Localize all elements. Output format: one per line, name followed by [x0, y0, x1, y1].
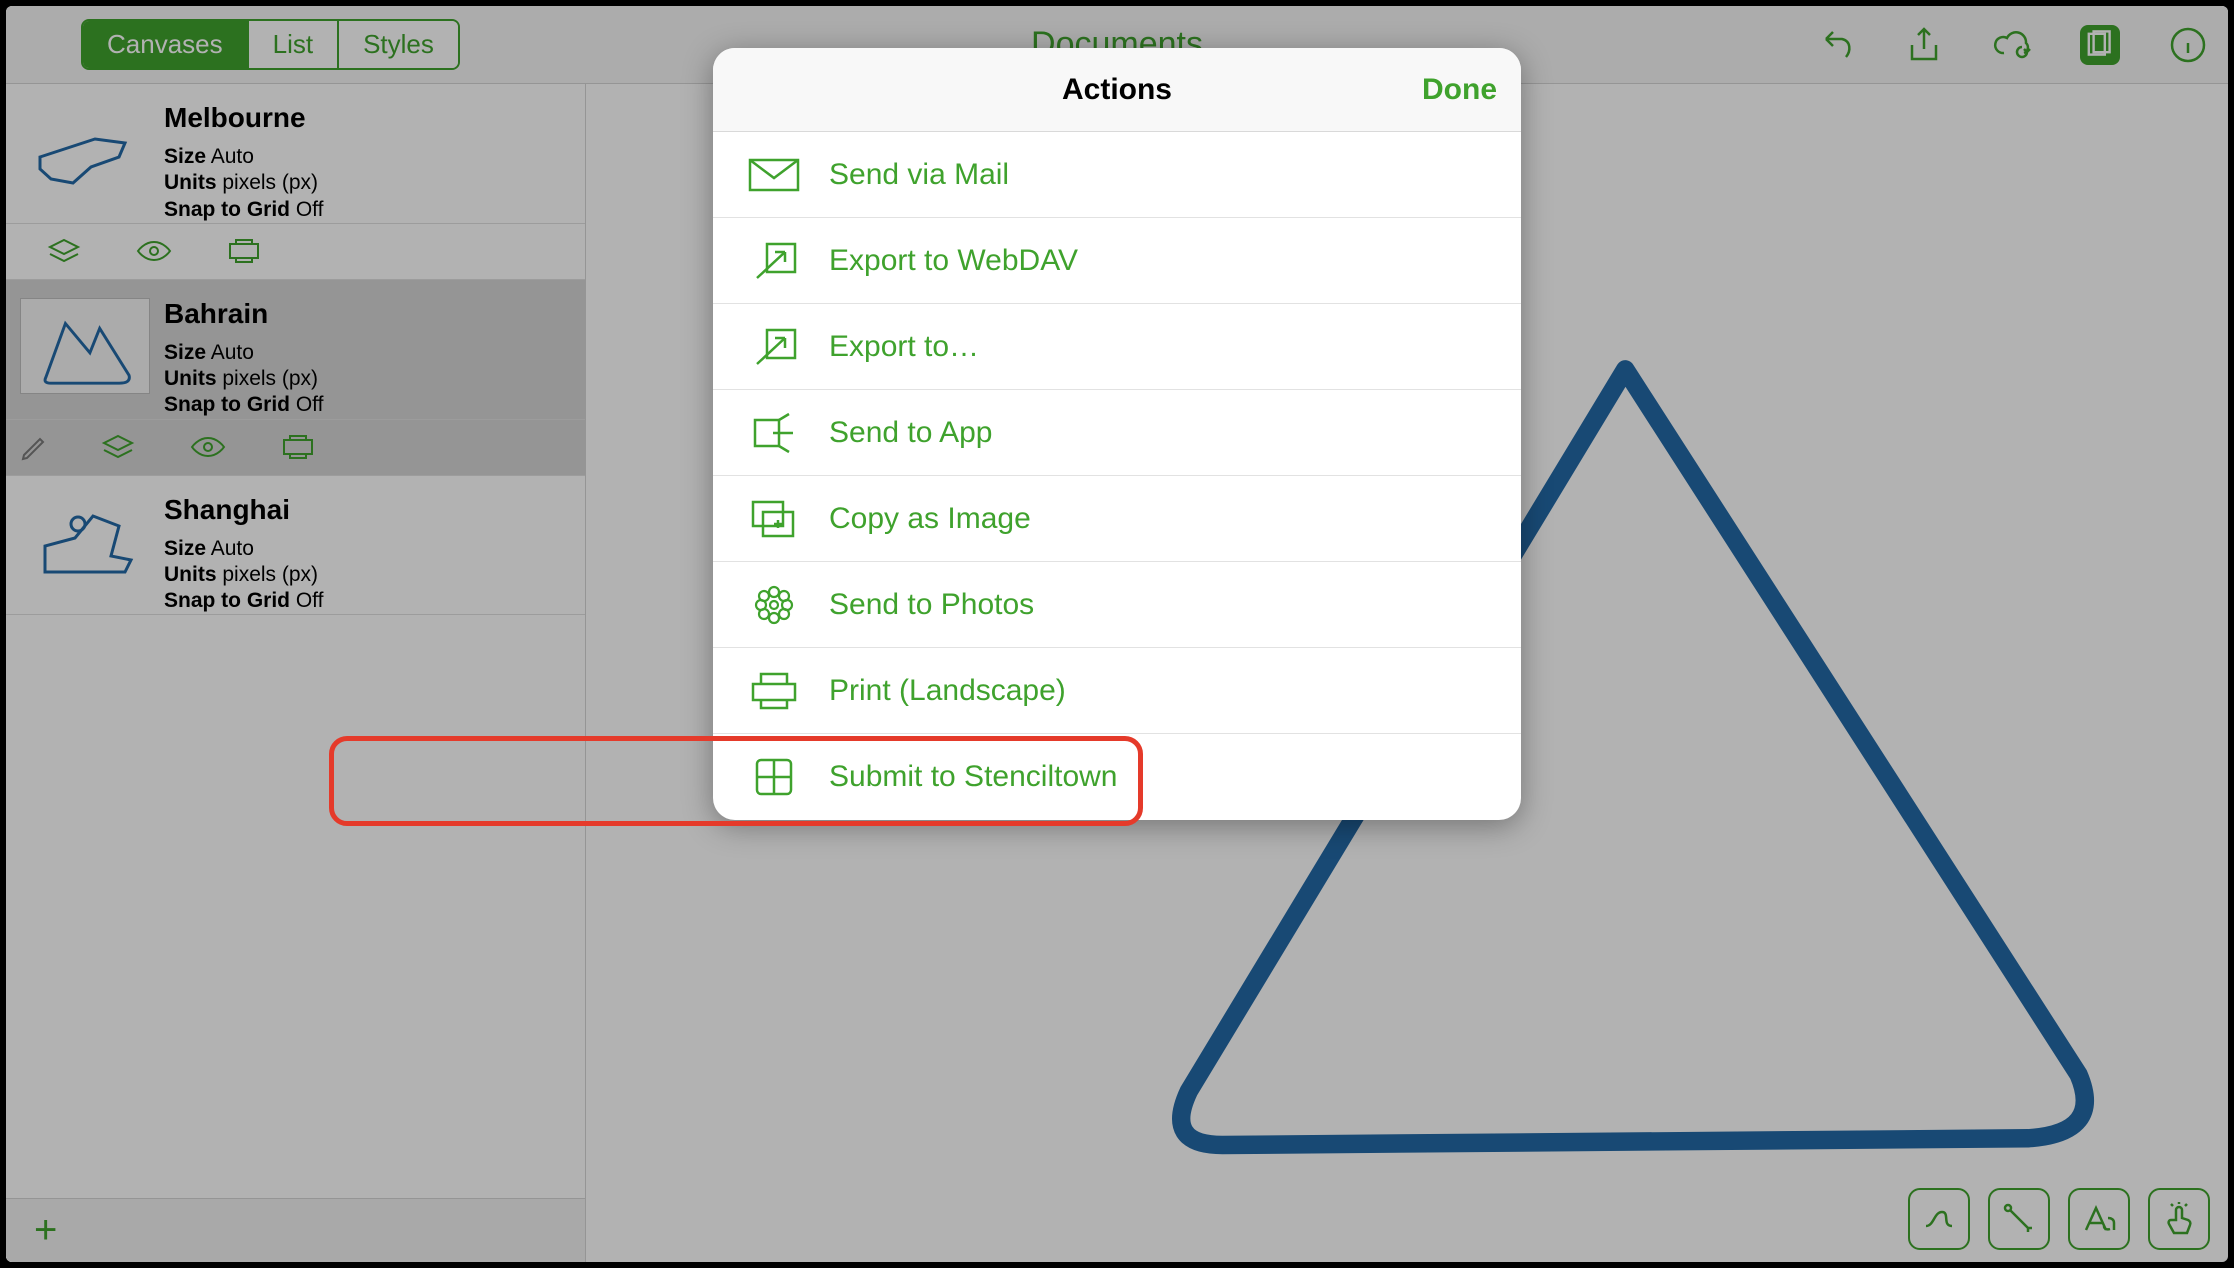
export-arrow-icon — [747, 326, 801, 368]
action-send-via-mail[interactable]: Send via Mail — [713, 132, 1521, 218]
action-label: Export to… — [829, 330, 979, 364]
popover-title: Actions — [1062, 73, 1172, 107]
action-copy-as-image[interactable]: Copy as Image — [713, 476, 1521, 562]
action-send-to-photos[interactable]: Send to Photos — [713, 562, 1521, 648]
action-label: Export to WebDAV — [829, 244, 1078, 278]
action-print[interactable]: Print (Landscape) — [713, 648, 1521, 734]
action-label: Copy as Image — [829, 502, 1031, 536]
action-submit-stenciltown[interactable]: Submit to Stenciltown — [713, 734, 1521, 820]
action-label: Send to Photos — [829, 588, 1034, 622]
mail-icon — [747, 154, 801, 196]
action-label: Submit to Stenciltown — [829, 760, 1117, 794]
action-label: Send via Mail — [829, 158, 1009, 192]
photos-flower-icon — [747, 584, 801, 626]
send-to-app-icon — [747, 412, 801, 454]
stenciltown-grid-icon — [747, 756, 801, 798]
action-export-to[interactable]: Export to… — [713, 304, 1521, 390]
actions-popover: Actions Done Send via Mail Export to Web… — [713, 48, 1521, 820]
copy-image-icon — [747, 498, 801, 540]
action-export-webdav[interactable]: Export to WebDAV — [713, 218, 1521, 304]
export-arrow-icon — [747, 240, 801, 282]
done-button[interactable]: Done — [1422, 73, 1497, 107]
printer-icon — [747, 670, 801, 712]
action-label: Send to App — [829, 416, 992, 450]
action-label: Print (Landscape) — [829, 674, 1066, 708]
action-send-to-app[interactable]: Send to App — [713, 390, 1521, 476]
